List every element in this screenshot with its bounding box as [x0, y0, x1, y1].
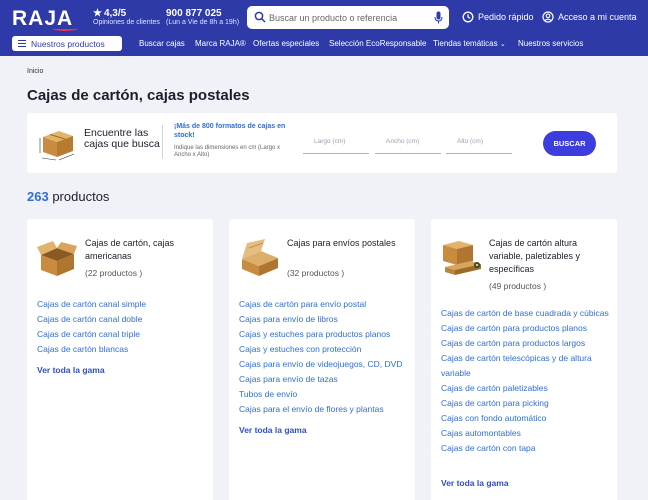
card-title[interactable]: Cajas de cartón, cajas americanas — [85, 237, 205, 263]
category-link[interactable]: Cajas de cartón para envío postal — [239, 297, 402, 312]
quick-order-link[interactable]: Pedido rápido — [462, 11, 534, 23]
category-link[interactable]: Cajas de cartón paletizables — [441, 381, 611, 396]
chevron-down-icon: ⌄ — [499, 41, 506, 48]
card-links: Cajas de cartón de base cuadrada y cúbic… — [441, 306, 611, 456]
category-link[interactable]: Cajas y estuches para productos planos — [239, 327, 402, 342]
category-link[interactable]: Cajas de cartón canal simple — [37, 297, 146, 312]
category-link[interactable]: Tubos de envío — [239, 387, 402, 402]
raja-logo[interactable]: RAJA — [12, 7, 78, 31]
category-link[interactable]: Cajas de cartón de base cuadrada y cúbic… — [441, 306, 611, 321]
breadcrumb[interactable]: Inicio — [27, 68, 43, 75]
category-link[interactable]: Cajas para envío de tazas — [239, 372, 402, 387]
card-title[interactable]: Cajas de cartón altura variable, paletiz… — [489, 237, 609, 276]
height-field[interactable] — [446, 129, 512, 154]
page-title: Cajas de cartón, cajas postales — [27, 87, 250, 104]
category-link[interactable]: Cajas de cartón canal triple — [37, 327, 146, 342]
top-header: RAJA ★ 4,3/5 Opiniones de clientes 900 87… — [0, 0, 648, 56]
product-count-label: productos — [52, 189, 110, 204]
product-count: 263 productos — [27, 189, 109, 204]
nav-link-buscar-cajas[interactable]: Buscar cajas — [139, 39, 185, 48]
search-input[interactable] — [269, 9, 429, 26]
search-boxes-button[interactable]: BUSCAR — [543, 131, 596, 156]
phone-hours: (Lun a Vie de 8h a 19h) — [166, 19, 240, 26]
see-all-link[interactable]: Ver toda la gama — [239, 425, 307, 435]
user-icon — [542, 11, 554, 23]
nav-link-eco[interactable]: Selección EcoResponsable — [329, 39, 426, 48]
card-title[interactable]: Cajas para envíos postales — [287, 237, 407, 250]
category-link[interactable]: Cajas de cartón canal doble — [37, 312, 146, 327]
card-count: (22 productos ) — [85, 268, 143, 278]
category-link[interactable]: Cajas de cartón para picking — [441, 396, 611, 411]
box-finder-panel: Encuentre las cajas que busca ¡Más de 80… — [27, 113, 617, 173]
search-box[interactable] — [247, 6, 449, 29]
finder-divider — [162, 125, 163, 159]
menu-icon — [18, 40, 26, 47]
account-label: Acceso a mi cuenta — [558, 12, 637, 22]
nav-link-marca-raja[interactable]: Marca RAJA® — [195, 39, 246, 48]
phone-number[interactable]: 900 877 025 — [166, 8, 222, 19]
category-link[interactable]: Cajas para envío de libros — [239, 312, 402, 327]
category-link[interactable]: Cajas para el envío de flores y plantas — [239, 402, 402, 417]
card-count: (49 productos ) — [489, 281, 547, 291]
search-icon — [254, 11, 266, 23]
category-card-altura-variable: Cajas de cartón altura variable, paletiz… — [431, 219, 617, 500]
nav-link-ofertas[interactable]: Ofertas especiales — [253, 39, 319, 48]
width-field[interactable] — [375, 129, 441, 154]
microphone-icon[interactable] — [434, 11, 443, 24]
card-links: Cajas de cartón para envío postal Cajas … — [239, 297, 402, 417]
postal-box-icon[interactable] — [239, 239, 281, 277]
category-link[interactable]: Cajas de cartón para productos largos — [441, 336, 611, 351]
rating-score[interactable]: ★ 4,3/5 — [93, 8, 126, 19]
open-cardboard-box-icon[interactable] — [37, 239, 77, 277]
category-link[interactable]: Cajas de cartón para productos planos — [441, 321, 611, 336]
products-menu-label: Nuestros productos — [31, 38, 105, 49]
category-link[interactable]: Cajas y estuches con protección — [239, 342, 402, 357]
finder-hint: Indique las dimensiones en cm (Largo x A… — [174, 145, 281, 158]
products-menu-button[interactable]: Nuestros productos — [12, 36, 122, 51]
category-card-cajas-americanas: Cajas de cartón, cajas americanas (22 pr… — [27, 219, 213, 500]
category-link[interactable]: Cajas de cartón blancas — [37, 342, 146, 357]
nav-link-tiendas-label: Tiendas temáticas — [433, 39, 498, 48]
product-count-number: 263 — [27, 189, 49, 204]
category-link[interactable]: Cajas automontables — [441, 426, 611, 441]
nav-link-servicios[interactable]: Nuestros servicios — [518, 39, 583, 48]
logo-swoosh — [52, 26, 78, 31]
category-card-envios-postales: Cajas para envíos postales (32 productos… — [229, 219, 415, 500]
account-link[interactable]: Acceso a mi cuenta — [542, 11, 637, 23]
finder-title: Encuentre las cajas que busca — [84, 127, 160, 150]
finder-promo: ¡Más de 800 formatos de cajas en stock! — [174, 123, 286, 139]
box-dimensions-icon — [39, 131, 75, 161]
category-link[interactable]: Cajas de cartón con tapa — [441, 441, 611, 456]
long-boxes-icon[interactable] — [441, 239, 483, 277]
see-all-link[interactable]: Ver toda la gama — [37, 365, 105, 375]
card-links: Cajas de cartón canal simple Cajas de ca… — [37, 297, 146, 357]
card-count: (32 productos ) — [287, 268, 345, 278]
rating-label[interactable]: Opiniones de clientes — [93, 19, 160, 26]
length-field[interactable] — [303, 129, 369, 154]
category-link[interactable]: Cajas con fondo automático — [441, 411, 611, 426]
see-all-link[interactable]: Ver toda la gama — [441, 478, 509, 488]
category-link[interactable]: Cajas para envío de videojuegos, CD, DVD — [239, 357, 402, 372]
nav-link-tiendas[interactable]: Tiendas temáticas ⌄ — [433, 39, 506, 48]
rating-value: 4,3/5 — [103, 8, 127, 19]
clock-icon — [462, 11, 474, 23]
quick-order-label: Pedido rápido — [478, 12, 534, 22]
star-icon: ★ — [93, 8, 102, 19]
category-link[interactable]: Cajas de cartón telescópicas y de altura… — [441, 351, 611, 381]
